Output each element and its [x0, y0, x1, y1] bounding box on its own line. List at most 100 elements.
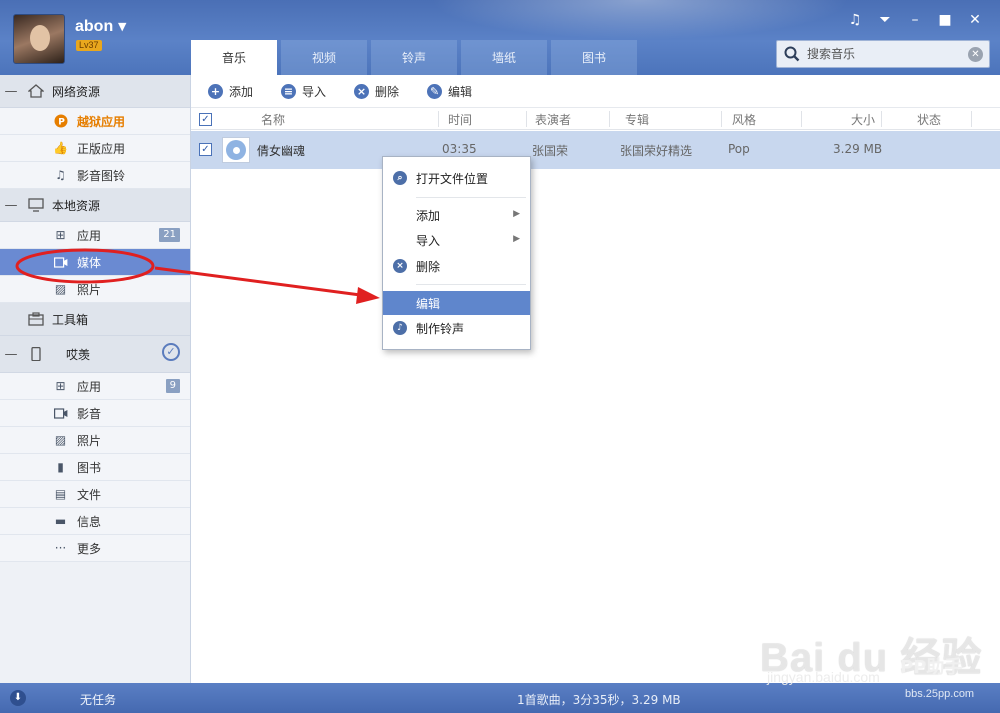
menu-item-add[interactable]: 添加 ▶ — [383, 203, 530, 227]
phone-icon — [31, 347, 41, 361]
column-genre[interactable]: 风格 — [732, 111, 756, 127]
import-label: 导入 — [302, 84, 327, 99]
library-summary: 1首歌曲，3分35秒，3.29 MB — [517, 693, 681, 707]
import-icon: ≡ — [281, 83, 297, 99]
collapse-icon[interactable]: — — [0, 347, 22, 362]
section-label: 工具箱 — [52, 312, 89, 327]
edit-label: 编辑 — [448, 84, 473, 99]
sidebar-section-local[interactable]: — 本地资源 — [0, 189, 190, 222]
column-name[interactable]: 名称 — [261, 111, 285, 127]
menu-item-import[interactable]: 导入 ▶ — [383, 228, 530, 252]
menu-item-make-ringtone[interactable]: ♪ 制作铃声 — [383, 316, 530, 340]
chevron-down-icon[interactable]: ▼ — [118, 20, 126, 33]
edit-button[interactable]: ✎ 编辑 — [427, 83, 472, 100]
plus-icon: + — [208, 83, 223, 99]
sidebar: — 网络资源 P 越狱应用 👍 正版应用 ♫ 影音图铃 — 本地资源 ⊞ 应用 … — [0, 75, 191, 683]
column-album[interactable]: 专辑 — [625, 111, 649, 127]
menu-item-edit[interactable]: 编辑 — [383, 291, 530, 315]
song-artist: 张国荣 — [532, 144, 569, 158]
tab-music[interactable]: 音乐 — [191, 40, 277, 75]
sidebar-item-device-more[interactable]: ··· 更多 — [0, 535, 190, 562]
music-note-icon: ♫ — [55, 168, 66, 182]
device-name: 哎羡 — [66, 347, 91, 362]
import-button[interactable]: ≡ 导入 — [281, 83, 326, 100]
grid-icon: ⊞ — [55, 379, 66, 393]
menu-item-delete[interactable]: × 删除 — [383, 254, 530, 278]
sidebar-item-media[interactable]: 媒体 — [0, 249, 190, 276]
column-status[interactable]: 状态 — [917, 111, 941, 127]
p-icon: P — [53, 114, 68, 128]
username[interactable]: abon — [75, 18, 113, 36]
tab-video[interactable]: 视频 — [281, 40, 367, 75]
column-size[interactable]: 大小 — [851, 111, 875, 127]
download-icon[interactable]: ⬇ — [10, 690, 26, 706]
minimize-button[interactable]: – — [900, 9, 930, 31]
select-all-checkbox[interactable]: ✓ — [199, 113, 212, 126]
task-status: 无任务 — [80, 693, 117, 707]
song-genre: Pop — [728, 142, 750, 156]
section-label: 本地资源 — [52, 198, 101, 213]
sidebar-item-apps[interactable]: ⊞ 应用 21 — [0, 222, 190, 249]
avatar[interactable] — [13, 14, 65, 64]
file-icon: ▤ — [54, 487, 67, 501]
column-time[interactable]: 时间 — [448, 111, 472, 127]
maximize-button[interactable]: ■ — [930, 9, 960, 31]
title-bar: abon ▼ Lv37 音乐 视频 铃声 墙纸 图书 ♫ ⏷ – ■ ✕ ✕ — [0, 0, 1000, 75]
tab-ringtone[interactable]: 铃声 — [371, 40, 457, 75]
message-icon: ▬ — [54, 514, 67, 528]
level-badge: Lv37 — [76, 40, 102, 51]
sidebar-item-media-ringtones[interactable]: ♫ 影音图铃 — [0, 162, 190, 189]
media-tabs: 音乐 视频 铃声 墙纸 图书 — [191, 40, 641, 75]
count-badge: 21 — [159, 228, 180, 242]
submenu-arrow-icon: ▶ — [513, 234, 520, 244]
collapse-icon[interactable]: — — [0, 84, 22, 99]
video-camera-icon — [53, 407, 68, 420]
menu-icon[interactable]: ⏷ — [870, 9, 900, 31]
search-box: ✕ — [776, 40, 990, 68]
sidebar-item-device-messages[interactable]: ▬ 信息 — [0, 508, 190, 535]
add-button[interactable]: + 添加 — [208, 83, 253, 100]
sidebar-item-photos[interactable]: ▨ 照片 — [0, 276, 190, 303]
column-artist[interactable]: 表演者 — [535, 111, 571, 127]
window-controls: ♫ ⏷ – ■ ✕ — [840, 9, 990, 31]
collapse-icon[interactable]: — — [0, 198, 22, 213]
row-checkbox[interactable]: ✓ — [199, 143, 212, 156]
song-name: 倩女幽魂 — [257, 144, 306, 158]
search-icon[interactable] — [784, 46, 800, 62]
table-row[interactable]: ✓ 倩女幽魂 03:35 张国荣 张国荣好精选 Pop 3.29 MB — [191, 131, 1000, 169]
clear-search-icon[interactable]: ✕ — [968, 47, 983, 62]
more-icon: ··· — [54, 541, 67, 555]
thumb-icon: 👍 — [53, 141, 68, 155]
sidebar-item-official-apps[interactable]: 👍 正版应用 — [0, 135, 190, 162]
count-badge: 9 — [165, 379, 180, 393]
search-input[interactable] — [807, 45, 957, 63]
svg-text:P: P — [58, 118, 65, 128]
section-label: 网络资源 — [52, 84, 101, 99]
delete-button[interactable]: × 删除 — [354, 83, 399, 100]
song-time: 03:35 — [442, 142, 477, 156]
toolbox-icon — [28, 312, 44, 326]
ringtone-icon: ♪ — [393, 321, 407, 335]
sidebar-item-device-books[interactable]: ▮ 图书 — [0, 454, 190, 481]
cd-icon — [222, 137, 250, 163]
delete-icon: × — [393, 259, 407, 273]
sidebar-section-toolbox[interactable]: 工具箱 — [0, 303, 190, 336]
delete-icon: × — [354, 83, 370, 99]
video-camera-icon — [53, 256, 68, 269]
menu-item-open-location[interactable]: ⌕ 打开文件位置 — [383, 166, 530, 190]
song-album: 张国荣好精选 — [620, 144, 693, 158]
sidebar-item-device-files[interactable]: ▤ 文件 — [0, 481, 190, 508]
close-button[interactable]: ✕ — [960, 9, 990, 31]
tab-books[interactable]: 图书 — [551, 40, 637, 75]
book-icon: ▮ — [57, 460, 64, 474]
sidebar-item-device-photos[interactable]: ▨ 照片 — [0, 427, 190, 454]
sidebar-item-device-media[interactable]: 影音 — [0, 400, 190, 427]
music-note-icon[interactable]: ♫ — [840, 9, 870, 31]
sidebar-section-network[interactable]: — 网络资源 — [0, 75, 190, 108]
pp-url: bbs.25pp.com — [905, 688, 975, 700]
sidebar-item-jailbreak-apps[interactable]: P 越狱应用 — [0, 108, 190, 135]
watermark-url: jingyan.baidu.com — [767, 669, 880, 685]
tab-wallpaper[interactable]: 墙纸 — [461, 40, 547, 75]
sidebar-section-device[interactable]: — 哎羡 ✓ — [0, 336, 190, 373]
sidebar-item-device-apps[interactable]: ⊞ 应用 9 — [0, 373, 190, 400]
